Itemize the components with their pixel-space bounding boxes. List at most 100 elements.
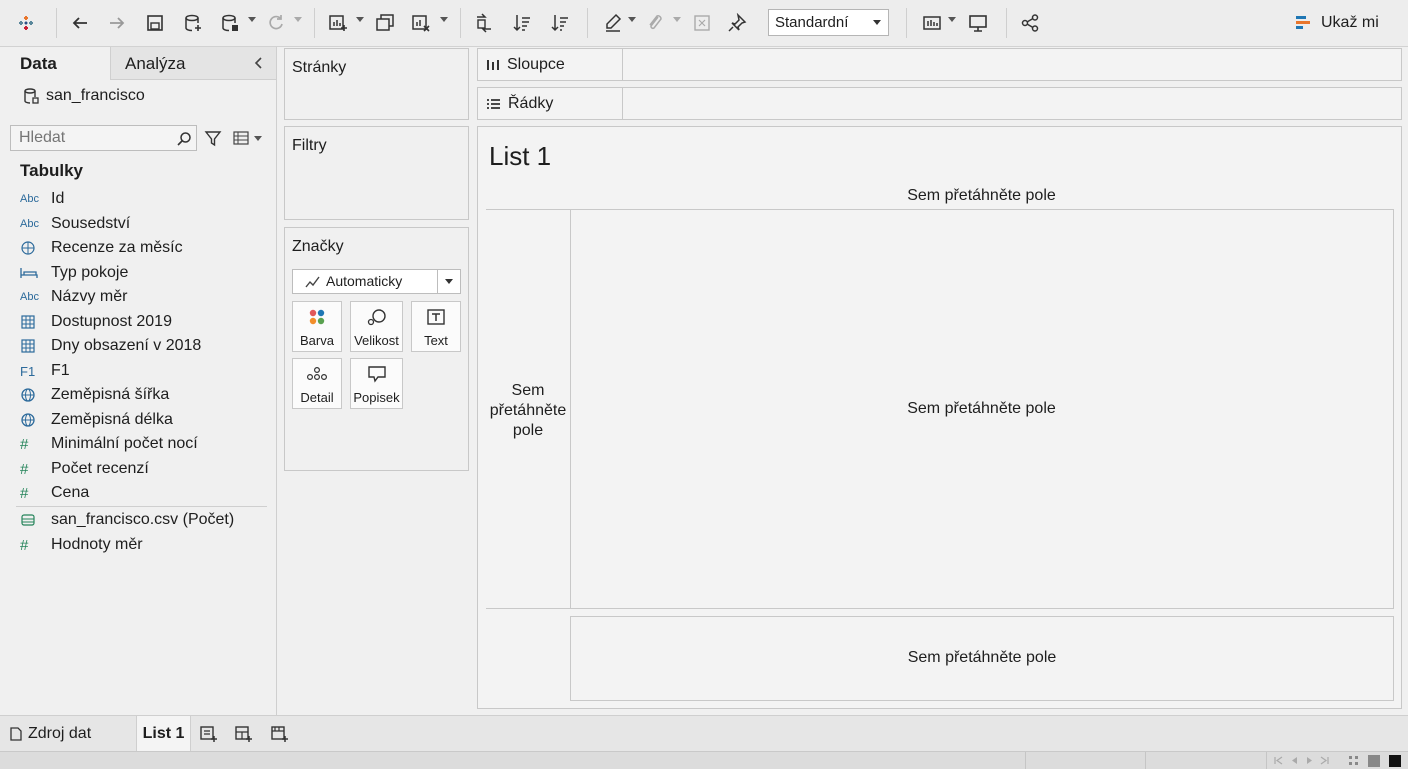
tooltip-icon [367,366,386,383]
show-me-icon [1296,16,1310,29]
size-button[interactable]: Velikost [350,301,403,352]
tabs-view-icon[interactable] [1389,755,1401,767]
tooltip-button[interactable]: Popisek [350,358,403,409]
field-item[interactable]: # Počet recenzí [20,458,149,480]
tables-heading: Tabulky [20,161,83,180]
table-icon [20,314,46,330]
view-mode-select[interactable]: Standardní [768,9,889,36]
string-type-icon: Abc [20,193,39,205]
filter-icon[interactable] [204,129,222,147]
search-icon[interactable] [176,131,192,147]
field-item[interactable]: # Cena [20,482,89,504]
detail-button[interactable]: Detail [292,358,342,409]
mark-type-select[interactable]: Automaticky [292,269,461,294]
drop-zone-center[interactable]: Sem přetáhněte pole [570,400,1393,418]
number-type-icon: # [20,484,29,502]
view-mode-value: Standardní [775,14,849,31]
highlight-icon[interactable] [601,11,625,35]
tableau-logo-icon[interactable] [14,11,38,35]
rows-icon [487,98,500,109]
worksheet-canvas: List 1 Sem přetáhněte pole Sem přetáhnět… [477,126,1402,709]
next-sheet-icon[interactable] [1305,756,1314,765]
field-item[interactable]: # Hodnoty měr [20,534,143,556]
chevron-down-icon[interactable] [254,136,262,141]
globe-icon [20,387,46,403]
detail-icon [306,366,328,381]
columns-label: Sloupce [478,49,623,80]
divider [16,506,267,507]
share-icon[interactable] [1018,11,1042,35]
field-item[interactable]: san_francisco.csv (Počet) [20,509,234,531]
status-bar [0,751,1408,769]
presentation-icon[interactable] [966,11,990,35]
previous-sheet-icon[interactable] [1290,756,1299,765]
data-pane: Data Analýza san_francisco Tabulky AbcId… [0,47,277,715]
drop-zone-bottom: Sem přetáhněte pole [907,649,1057,666]
last-sheet-icon[interactable] [1320,756,1329,765]
color-button[interactable]: Barva [292,301,342,352]
tab-data-source[interactable]: Zdroj dat [0,716,137,752]
collapse-pane-icon[interactable] [252,55,266,71]
new-worksheet-icon[interactable] [199,724,219,744]
show-me-button[interactable]: Ukaž mi [1296,12,1379,34]
filmstrip-icon[interactable] [1368,755,1380,767]
filters-title: Filtry [292,137,327,154]
tab-data[interactable]: Data [0,47,110,80]
datasource-item[interactable]: san_francisco [22,87,145,105]
tab-analysis[interactable]: Analýza [110,47,276,80]
pin-icon[interactable] [725,11,749,35]
field-item[interactable]: F1 F1 [20,360,70,382]
clear-sheet-icon[interactable] [409,11,433,35]
new-dashboard-icon[interactable] [234,724,254,744]
fit-icon[interactable] [920,11,944,35]
fixed-axes-icon[interactable] [690,11,714,35]
string-type-icon: Abc [20,218,39,230]
count-table-icon [20,513,46,527]
field-item[interactable]: Dostupnost 2019 [20,311,172,333]
undo-icon[interactable] [68,11,92,35]
document-icon [10,727,22,741]
sheet-sorter-icon[interactable] [1348,755,1359,766]
field-item[interactable]: Recenze za měsíc [20,237,183,259]
drop-zone-rows[interactable]: Sem přetáhněte pole [486,381,570,441]
refresh-icon[interactable] [264,11,288,35]
text-button[interactable]: Text [411,301,461,352]
pages-shelf[interactable]: Stránky [284,48,469,120]
rows-shelf[interactable]: Řádky [477,87,1402,120]
list-view-icon[interactable] [233,131,249,145]
annotate-icon[interactable] [643,11,667,35]
marks-card: Značky Automaticky Barva Velikost Text D… [284,227,469,471]
field-item[interactable]: Typ pokoje [20,262,128,284]
pause-updates-icon[interactable] [218,11,242,35]
pages-title: Stránky [292,59,347,76]
chevron-down-icon[interactable] [437,270,460,293]
field-item[interactable]: Dny obsazení v 2018 [20,335,201,357]
duplicate-icon[interactable] [373,11,397,35]
sort-descending-icon[interactable] [548,11,572,35]
filters-shelf[interactable]: Filtry [284,126,469,220]
swap-icon[interactable] [472,11,496,35]
sheet-title[interactable]: List 1 [489,141,551,172]
field-item[interactable]: Abc Id [20,188,64,210]
columns-shelf[interactable]: Sloupce [477,48,1402,81]
first-sheet-icon[interactable] [1274,756,1283,765]
datasource-name: san_francisco [46,87,145,104]
sort-ascending-icon[interactable] [510,11,534,35]
save-icon[interactable] [143,11,167,35]
number-type-icon: # [20,536,29,554]
drop-zone-columns[interactable]: Sem přetáhněte pole [570,187,1393,205]
number-type-icon: # [20,435,29,453]
field-item[interactable]: # Minimální počet nocí [20,433,198,455]
new-worksheet-icon[interactable] [326,11,350,35]
field-item[interactable]: Abc Sousedství [20,213,130,235]
new-story-icon[interactable] [270,724,290,744]
field-item[interactable]: Abc Názvy měr [20,286,127,308]
rows-label: Řádky [478,88,623,119]
redo-icon[interactable] [105,11,129,35]
search-input[interactable] [10,125,197,151]
drop-zone-bottom-box[interactable]: Sem přetáhněte pole [570,616,1394,701]
field-item[interactable]: Zeměpisná šířka [20,384,169,406]
field-item[interactable]: Zeměpisná délka [20,409,173,431]
new-datasource-icon[interactable] [181,11,205,35]
tab-sheet-1[interactable]: List 1 [137,716,191,752]
